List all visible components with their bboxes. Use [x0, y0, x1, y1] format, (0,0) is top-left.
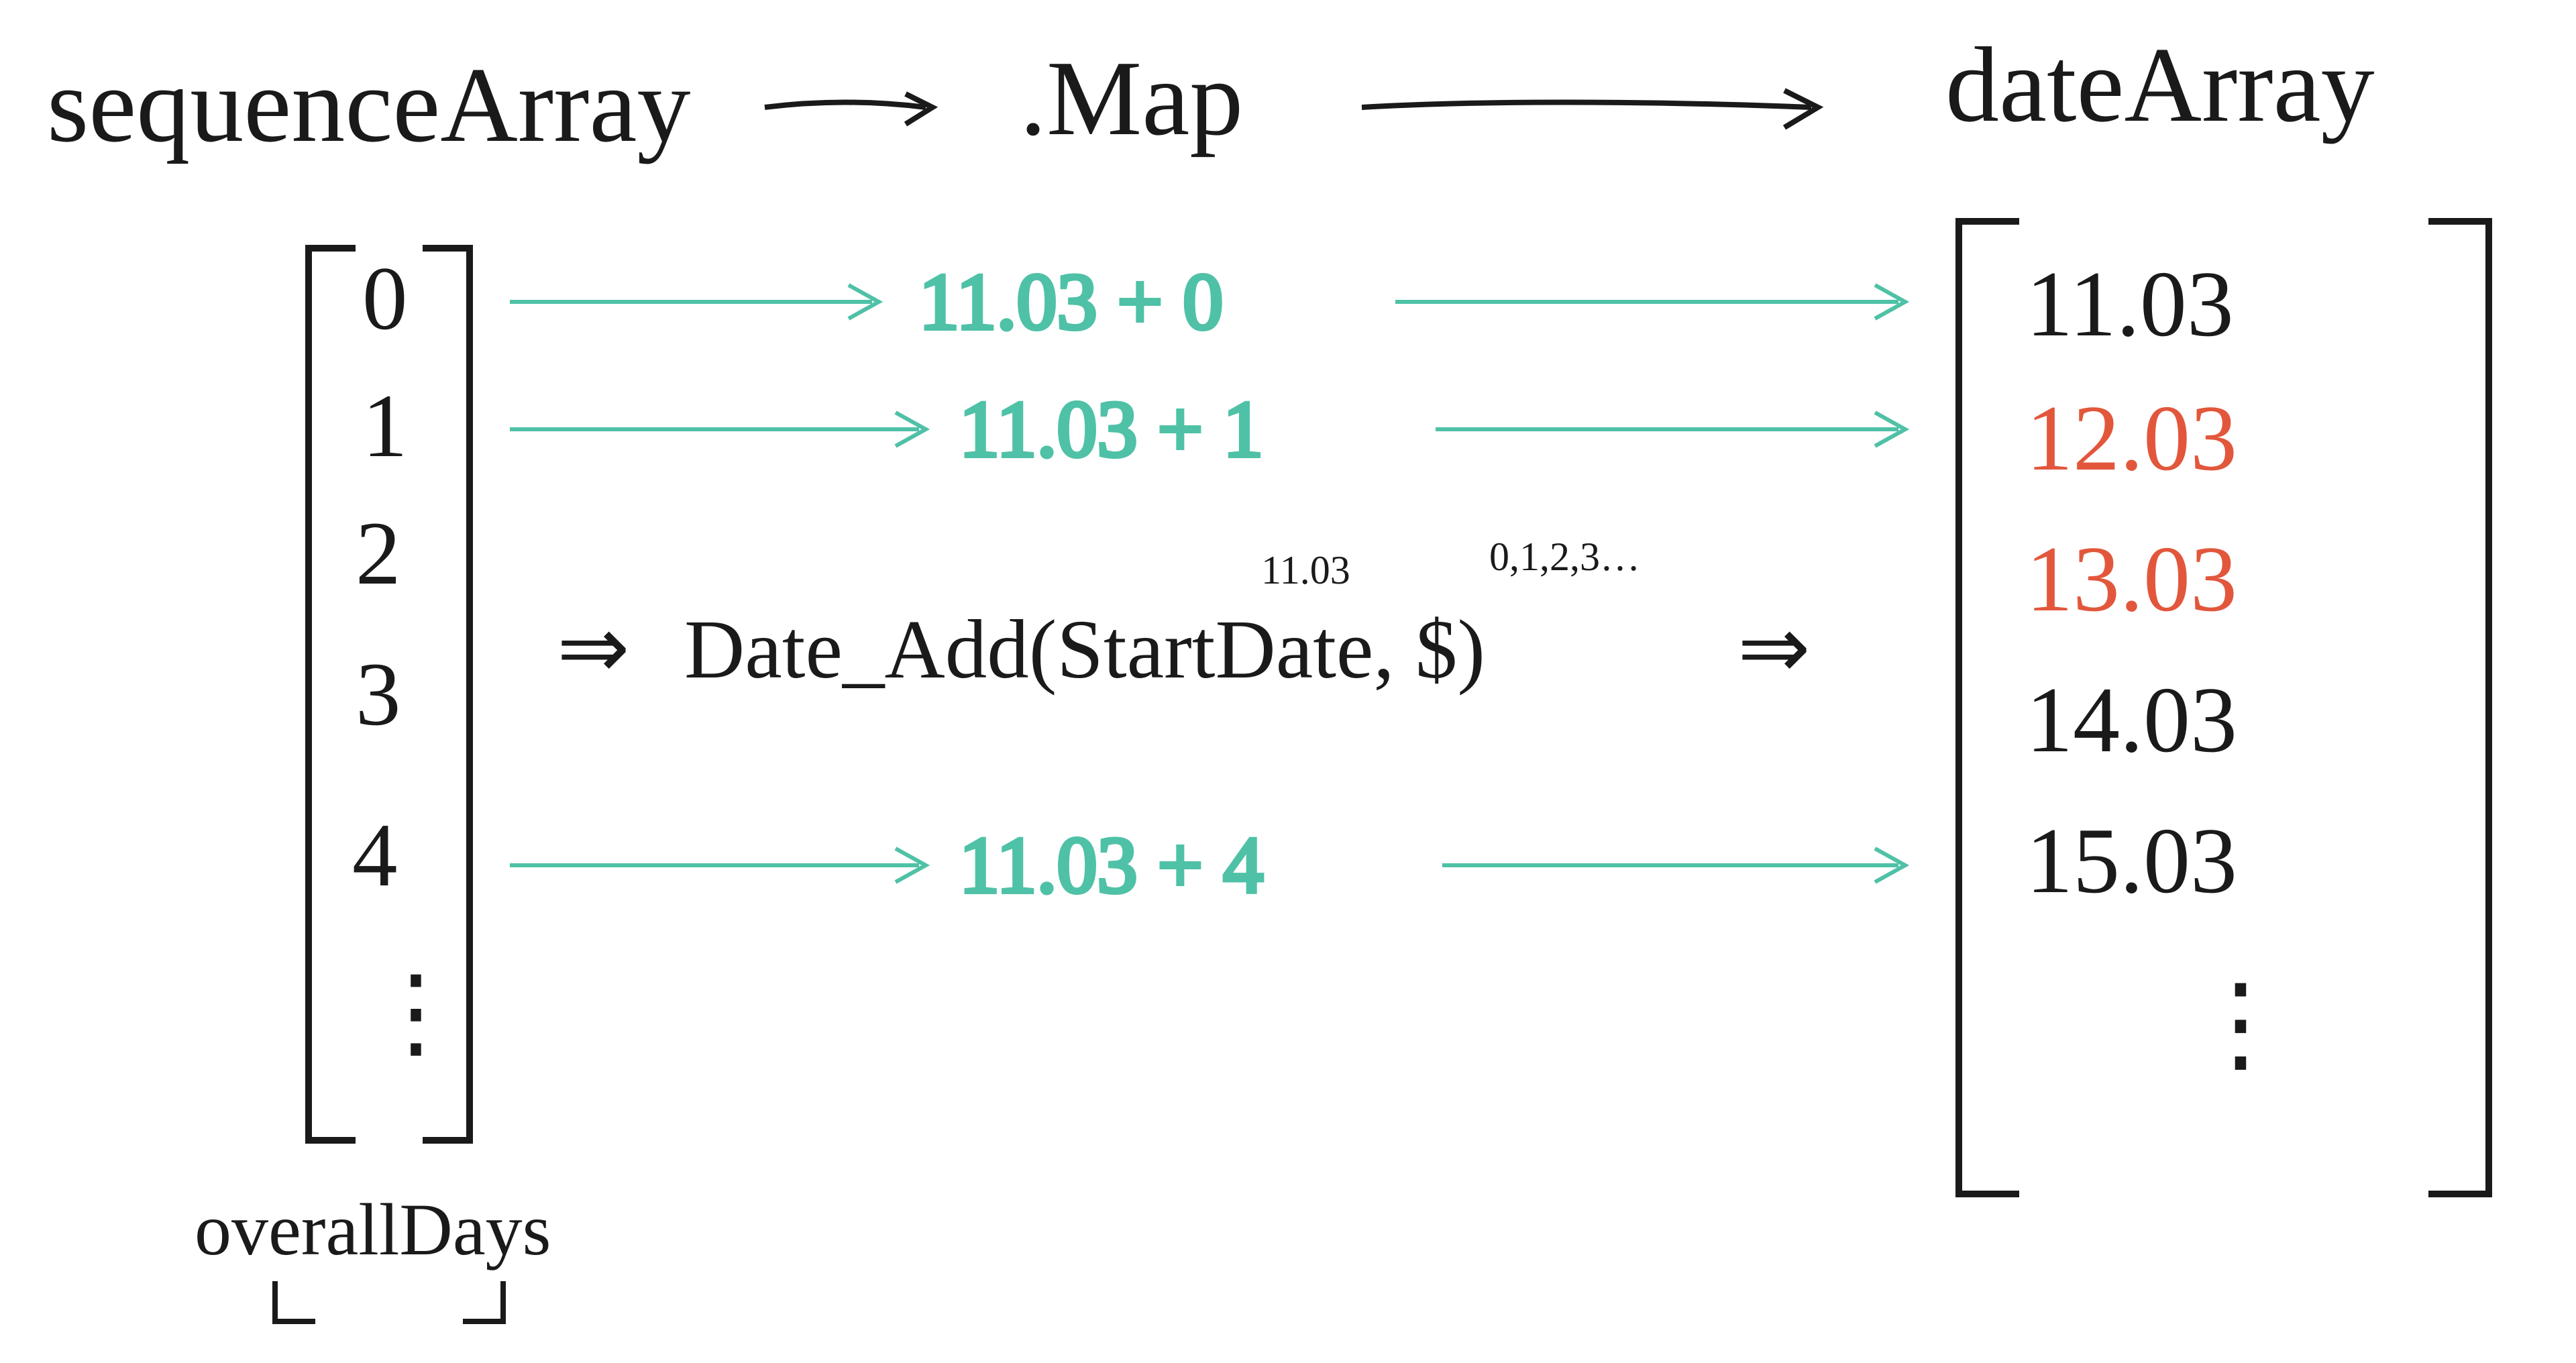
arrow-header-right: [1362, 91, 1818, 127]
date-item-2: 13.03: [2026, 527, 2237, 631]
map-expr-1: 11.03 + 1: [959, 384, 1263, 474]
date-item-0: 11.03: [2026, 252, 2234, 356]
map-row-0: 11.03 + 0: [510, 257, 1905, 346]
overall-days-label: overallDays: [195, 1189, 551, 1270]
formula-arrow-left: ⇒: [557, 600, 630, 697]
map-expr-0: 11.03 + 0: [919, 257, 1223, 346]
seq-item-3: 3: [356, 645, 401, 745]
arrow-header-left: [765, 94, 932, 124]
map-row-1: 11.03 + 1: [510, 384, 1905, 474]
map-label: .Map: [1020, 38, 1243, 158]
formula-note-startdate: 11.03: [1261, 548, 1350, 592]
formula-text: Date_Add(StartDate, $): [684, 604, 1485, 696]
date-item-4: 15.03: [2026, 809, 2237, 913]
formula-arrow-right: ⇒: [1737, 600, 1811, 697]
date-item-ellipsis: ⋮: [2187, 964, 2294, 1083]
overall-days-bracket: [275, 1281, 503, 1321]
date-item-3: 14.03: [2026, 668, 2237, 772]
formula-note-dollar: 0,1,2,3…: [1489, 535, 1640, 579]
map-row-4: 11.03 + 4: [510, 820, 1905, 910]
seq-item-0: 0: [362, 249, 408, 349]
date-array-label: dateArray: [1945, 25, 2375, 144]
seq-item-2: 2: [356, 504, 401, 604]
diagram-canvas: sequenceArray .Map dateArray 0 1 2 3 4 ⋮…: [0, 0, 2576, 1363]
map-expr-4: 11.03 + 4: [959, 820, 1263, 910]
seq-item-1: 1: [362, 376, 408, 476]
sequence-array-label: sequenceArray: [47, 45, 690, 164]
seq-item-4: 4: [352, 806, 398, 906]
date-item-1: 12.03: [2026, 386, 2237, 490]
seq-item-ellipsis: ⋮: [366, 957, 466, 1069]
